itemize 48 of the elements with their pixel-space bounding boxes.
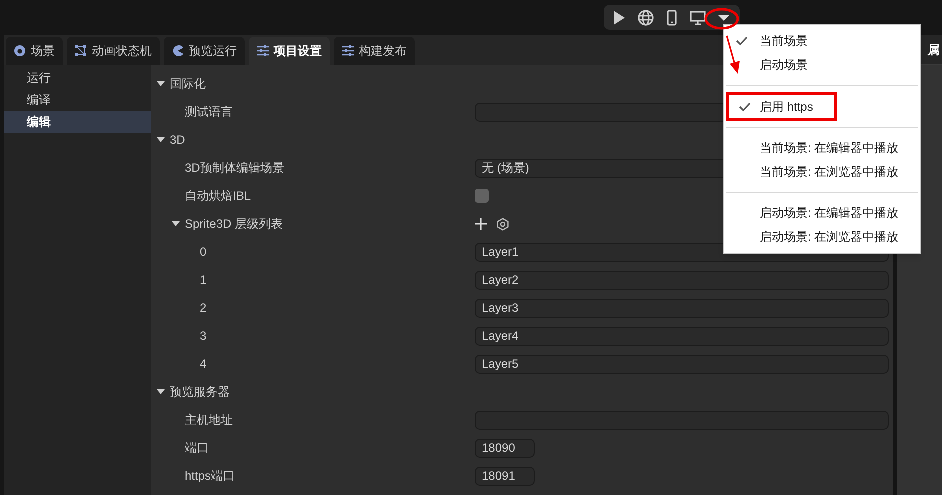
panel-title: 属: [928, 42, 941, 58]
field-label: Sprite3D 层级列表: [185, 216, 284, 233]
pacman-icon: [172, 45, 184, 57]
globe-icon: [638, 10, 654, 26]
menu-item[interactable]: 启用 https: [760, 95, 814, 118]
field-label: 4: [200, 356, 207, 373]
field-label: 端口: [185, 440, 209, 457]
menu-item[interactable]: 当前场景: 在编辑器中播放: [760, 136, 899, 160]
sliders-icon: [342, 45, 354, 57]
monitor-icon: [690, 10, 706, 26]
field-label: 0: [200, 244, 207, 261]
figure-icon: [14, 45, 26, 57]
field-label: https端口: [185, 468, 236, 485]
input-field[interactable]: Layer3: [475, 298, 889, 318]
field-label: 1: [200, 272, 207, 289]
tab[interactable]: 项目设置: [249, 37, 330, 65]
input-field[interactable]: 18090: [475, 438, 535, 458]
toolbar-button[interactable]: [636, 8, 656, 28]
input-field[interactable]: Layer4: [475, 326, 889, 346]
input-field[interactable]: 18091: [475, 466, 535, 486]
add-icon: [475, 218, 487, 230]
field-label: 3D预制体编辑场景: [185, 160, 284, 177]
settings-icon: [497, 218, 509, 230]
input-field[interactable]: Layer5: [475, 354, 889, 374]
tab[interactable]: 预览运行: [164, 37, 245, 65]
section-header[interactable]: 预览服务器: [170, 383, 230, 401]
menu-item[interactable]: 启动场景: 在编辑器中播放: [760, 201, 899, 225]
menu-item[interactable]: 启动场景: [760, 53, 808, 77]
sidebar-item[interactable]: 编译: [4, 89, 151, 111]
sidebar-item[interactable]: 编辑: [4, 111, 151, 133]
field-label: 3: [200, 328, 207, 345]
sidebar-item[interactable]: 运行: [4, 67, 151, 89]
field-label: 测试语言: [185, 104, 233, 121]
highlight-ellipse: [704, 7, 740, 31]
field-label: 主机地址: [185, 412, 233, 429]
tab[interactable]: 场景: [6, 37, 63, 65]
menu-item[interactable]: 当前场景: [760, 29, 808, 53]
section-header[interactable]: 国际化: [170, 75, 206, 93]
sliders-icon: [257, 45, 269, 57]
phone-icon: [664, 10, 680, 26]
section-header[interactable]: 3D: [170, 131, 186, 149]
field-label: 2: [200, 300, 207, 317]
nodes-icon: [75, 45, 87, 57]
tab[interactable]: 动画状态机: [67, 37, 160, 65]
input-field[interactable]: Layer2: [475, 270, 889, 290]
checkbox[interactable]: [475, 189, 489, 203]
field-label: 自动烘焙IBL: [185, 188, 252, 205]
tab[interactable]: 构建发布: [334, 37, 415, 65]
